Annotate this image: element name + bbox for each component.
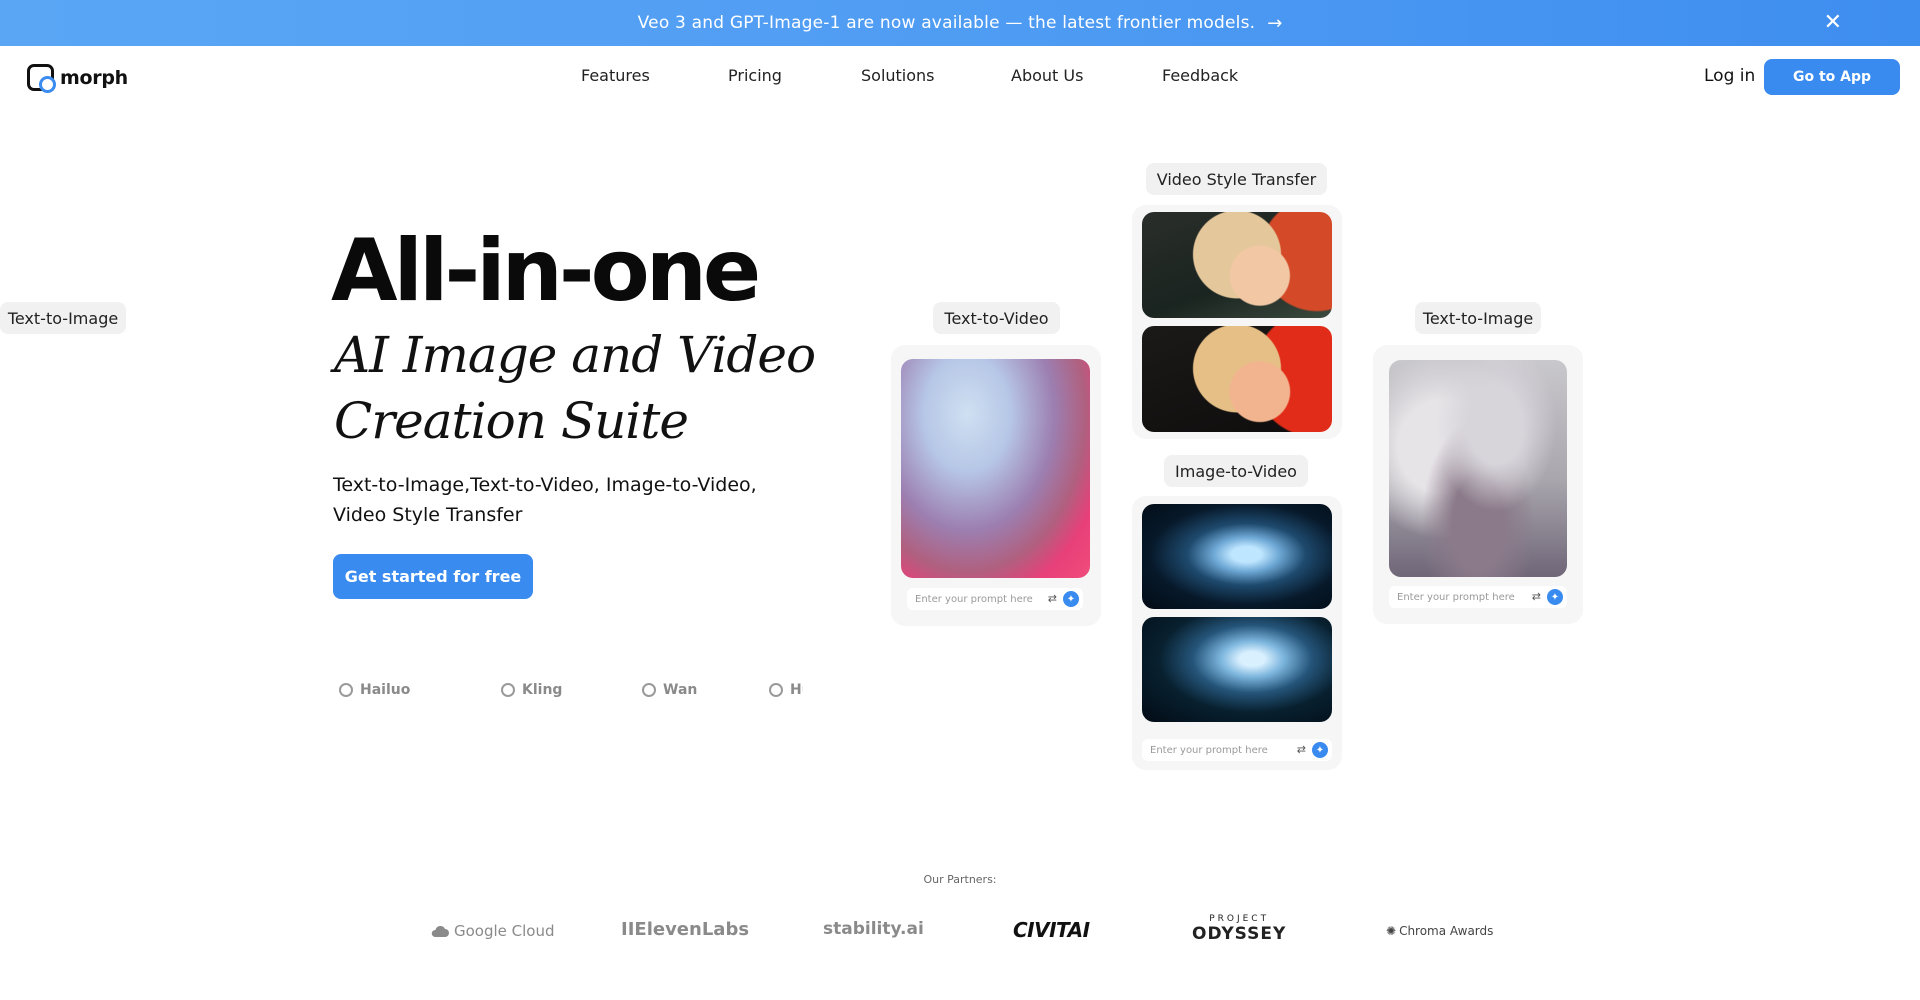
image-to-video-prompt-input[interactable]: Enter your prompt here ⇄ ✦: [1142, 739, 1332, 761]
prompt-placeholder: Enter your prompt here: [1397, 591, 1515, 603]
style-transfer-source-preview: [1142, 212, 1332, 318]
nav-feedback[interactable]: Feedback: [1162, 66, 1238, 85]
model-name: Wan: [663, 682, 698, 698]
text-to-video-prompt-input[interactable]: Enter your prompt here ⇄ ✦: [907, 588, 1083, 610]
image-to-video-source-preview: [1142, 504, 1332, 609]
text-to-video-preview: [901, 359, 1090, 578]
morph-logo-icon: [27, 64, 56, 93]
hailuo-icon: [339, 683, 353, 697]
close-icon[interactable]: ✕: [1824, 10, 1842, 36]
model-name: Kling: [522, 682, 563, 698]
hu-icon: [769, 683, 783, 697]
settings-icon[interactable]: ⇄: [1297, 743, 1306, 756]
sparkle-send-icon[interactable]: ✦: [1547, 589, 1563, 605]
text-to-image-preview: [1389, 360, 1567, 577]
sparkle-send-icon[interactable]: ✦: [1063, 591, 1079, 607]
announcement-banner[interactable]: Veo 3 and GPT-Image-1 are now available …: [0, 0, 1920, 46]
partner-name-top: PROJECT: [1209, 914, 1270, 924]
model-hu: Hu: [769, 682, 803, 698]
text-to-image-prompt-input[interactable]: Enter your prompt here ⇄ ✦: [1389, 586, 1567, 608]
login-link[interactable]: Log in: [1704, 66, 1755, 86]
partner-elevenlabs: IIElevenLabs: [621, 919, 750, 940]
settings-icon[interactable]: ⇄: [1532, 590, 1541, 603]
go-to-app-button[interactable]: Go to App: [1764, 59, 1900, 95]
style-transfer-result-preview: [1142, 326, 1332, 432]
tag-video-style-transfer: Video Style Transfer: [1146, 163, 1327, 195]
prompt-placeholder: Enter your prompt here: [1150, 744, 1268, 756]
partner-google-cloud: Google Cloud: [430, 922, 555, 940]
model-name: Hailuo: [360, 682, 411, 698]
image-to-video-result-preview: [1142, 617, 1332, 722]
text-to-video-card: Enter your prompt here ⇄ ✦: [891, 345, 1101, 626]
partner-project-odyssey: PROJECT ODYSSEY: [1192, 914, 1286, 944]
text-to-image-card: Enter your prompt here ⇄ ✦: [1373, 345, 1583, 624]
hero-script-heading: AI Image and Video Creation Suite: [334, 322, 834, 454]
hero-subtitle-line-1: Text-to-Image,Text-to-Video, Image-to-Vi…: [333, 474, 757, 496]
logo[interactable]: morph: [27, 64, 128, 93]
hero-title: All-in-one: [331, 221, 761, 321]
wan-icon: [642, 683, 656, 697]
model-wan: Wan: [642, 682, 697, 698]
tag-text-to-image: Text-to-Image: [1415, 302, 1541, 334]
tag-image-to-video: Image-to-Video: [1164, 455, 1308, 487]
top-nav: morph Features Pricing Solutions About U…: [0, 46, 1920, 106]
tag-text-to-video: Text-to-Video: [933, 302, 1060, 334]
partner-civitai: CIVITAI: [1013, 918, 1090, 942]
hero-script-line-1: AI Image and Video: [334, 326, 816, 384]
cloud-icon: [431, 925, 449, 937]
partner-name: Chroma Awards: [1399, 924, 1494, 938]
tag-text-to-image: Text-to-Image: [0, 302, 126, 334]
prompt-placeholder: Enter your prompt here: [915, 593, 1033, 605]
partner-name-bottom: ODYSSEY: [1192, 924, 1287, 944]
partner-stability-ai: stability.ai: [823, 919, 924, 939]
sparkle-send-icon[interactable]: ✦: [1312, 742, 1328, 758]
model-hailuo: Hailuo: [339, 682, 410, 698]
chroma-icon: ✺: [1386, 924, 1397, 938]
settings-icon[interactable]: ⇄: [1048, 592, 1057, 605]
model-kling: Kling: [501, 682, 562, 698]
video-style-transfer-card: [1132, 205, 1342, 439]
nav-features[interactable]: Features: [581, 66, 650, 85]
image-to-video-card: Enter your prompt here ⇄ ✦: [1132, 496, 1342, 770]
nav-about-us[interactable]: About Us: [1011, 66, 1083, 85]
arrow-right-icon[interactable]: →: [1267, 13, 1282, 34]
model-ticker: Hailuo Kling Wan Hu: [333, 682, 803, 704]
kling-icon: [501, 683, 515, 697]
nav-pricing[interactable]: Pricing: [728, 66, 782, 85]
hero-subtitle-line-2: Video Style Transfer: [333, 504, 523, 526]
get-started-button[interactable]: Get started for free: [333, 554, 533, 599]
model-name: Hu: [790, 682, 803, 698]
partner-chroma-awards: ✺ Chroma Awards: [1386, 924, 1493, 938]
hero-subtitle: Text-to-Image,Text-to-Video, Image-to-Vi…: [333, 470, 773, 530]
partner-name: Google Cloud: [454, 922, 555, 940]
logo-text: morph: [60, 66, 128, 89]
nav-solutions[interactable]: Solutions: [861, 66, 935, 85]
hero-script-line-2: Creation Suite: [334, 392, 689, 450]
banner-text[interactable]: Veo 3 and GPT-Image-1 are now available …: [638, 13, 1256, 33]
partners-label: Our Partners:: [923, 873, 997, 886]
